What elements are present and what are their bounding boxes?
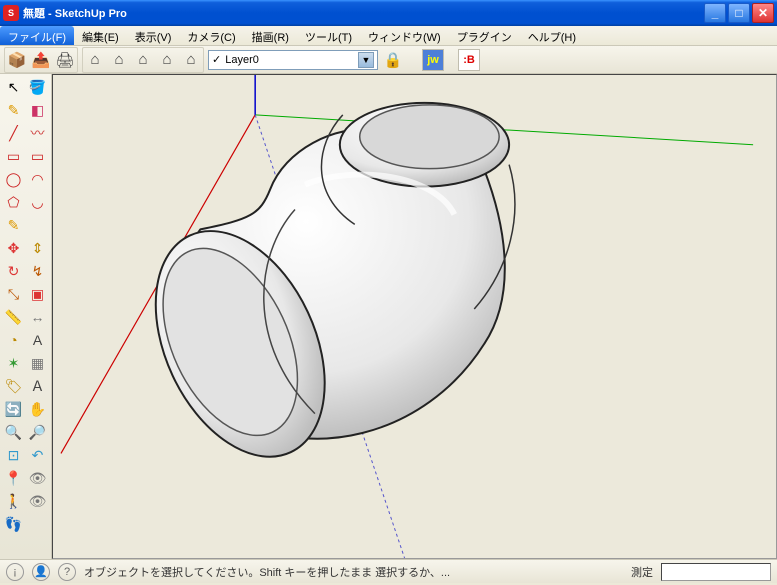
zoom-tool-icon[interactable]: 🔍 <box>3 421 25 443</box>
ib-button[interactable]: :B <box>458 49 480 71</box>
menu-tools[interactable]: ツール(T) <box>297 26 360 45</box>
dropdown-arrow-icon[interactable]: ▼ <box>358 52 374 68</box>
arc-tool-icon[interactable]: ◠ <box>27 168 49 190</box>
footprint-tool-icon[interactable]: 👣 <box>3 513 25 535</box>
layer-check-icon: ✓ <box>212 53 221 66</box>
menu-plugins[interactable]: プラグイン <box>449 26 520 45</box>
model-group: 📦 📤 🖨 <box>4 47 78 73</box>
position-camera-tool-icon[interactable]: 📍 <box>3 467 25 489</box>
status-hint: オブジェクトを選択してください。Shift キーを押したまま 選択するか、... <box>84 564 623 580</box>
layer-selected: Layer0 <box>225 54 354 66</box>
open-model-icon[interactable]: 📦 <box>6 49 28 71</box>
3d-viewport[interactable] <box>52 74 777 559</box>
main-area: ↖🪣 ✎◧ ╱〰 ▭▭ ◯◠ ⬠◡ ✎ ✥⇕ ↻↯ ⤡▣ 📏↔ ◔A ✶▦ 🏷Ａ… <box>0 74 777 559</box>
select-tool-icon[interactable]: ↖ <box>3 76 25 98</box>
measure-label: 測定 <box>631 564 653 580</box>
menu-camera[interactable]: カメラ(C) <box>179 26 243 45</box>
tool-tray: ↖🪣 ✎◧ ╱〰 ▭▭ ◯◠ ⬠◡ ✎ ✥⇕ ↻↯ ⤡▣ 📏↔ ◔A ✶▦ 🏷Ａ… <box>0 74 52 559</box>
jw-button[interactable]: jw <box>422 49 444 71</box>
circle-tool-icon[interactable]: ◯ <box>3 168 25 190</box>
menu-window[interactable]: ウィンドウ(W) <box>360 26 449 45</box>
send-model-icon[interactable]: 📤 <box>30 49 52 71</box>
section-tool-icon[interactable]: ▦ <box>27 352 49 374</box>
measurement-input[interactable] <box>661 563 771 581</box>
menu-file[interactable]: ファイル(F) <box>0 26 74 45</box>
previous-view-tool-icon[interactable]: ↶ <box>27 444 49 466</box>
dimension-tool-icon[interactable]: ↔ <box>27 306 49 328</box>
label-tool-icon[interactable]: 🏷 <box>3 375 25 397</box>
line-tool-icon[interactable]: ╱ <box>3 122 25 144</box>
eye-tool-icon[interactable]: 👁 <box>27 490 49 512</box>
styles-group: ⌂ ⌂ ⌂ ⌂ ⌂ <box>82 47 204 73</box>
style5-icon[interactable]: ⌂ <box>180 49 202 71</box>
minimize-button[interactable]: _ <box>704 3 726 23</box>
rotate-tool-icon[interactable]: ↻ <box>3 260 25 282</box>
freehand-tool-icon[interactable]: 〰 <box>27 122 49 144</box>
rectangle-tool-icon[interactable]: ▭ <box>3 145 25 167</box>
axes-tool-icon[interactable]: ✶ <box>3 352 25 374</box>
zoom-window-tool-icon[interactable]: 🔎 <box>27 421 49 443</box>
look-around-tool-icon[interactable]: 👁 <box>27 467 49 489</box>
print-model-icon[interactable]: 🖨 <box>54 49 76 71</box>
walk-tool-icon[interactable]: 🚶 <box>3 490 25 512</box>
style4-icon[interactable]: ⌂ <box>156 49 178 71</box>
window-title: 無題 - SketchUp Pro <box>23 5 702 21</box>
zoom-extents-tool-icon[interactable]: ⊡ <box>3 444 25 466</box>
pan-tool-icon[interactable]: ✋ <box>27 398 49 420</box>
status-info-icon[interactable]: ¡ <box>6 563 24 581</box>
tape-tool-icon[interactable]: 📏 <box>3 306 25 328</box>
app-icon: S <box>3 5 19 21</box>
title-bar: S 無題 - SketchUp Pro _ □ ✕ <box>0 0 777 26</box>
pencil2-tool-icon[interactable]: ✎ <box>3 214 25 236</box>
pipe-model <box>122 103 515 484</box>
menu-edit[interactable]: 編集(E) <box>74 26 127 45</box>
pencil-tool-icon[interactable]: ✎ <box>3 99 25 121</box>
eraser-tool-icon[interactable]: ◧ <box>27 99 49 121</box>
menu-draw[interactable]: 描画(R) <box>244 26 297 45</box>
empty-slot <box>27 214 49 236</box>
status-bar: ¡ 👤 ? オブジェクトを選択してください。Shift キーを押したまま 選択す… <box>0 559 777 583</box>
status-help-icon[interactable]: ? <box>58 563 76 581</box>
menu-bar: ファイル(F) 編集(E) 表示(V) カメラ(C) 描画(R) ツール(T) … <box>0 26 777 46</box>
offset-tool-icon[interactable]: ▣ <box>27 283 49 305</box>
main-toolbar: 📦 📤 🖨 ⌂ ⌂ ⌂ ⌂ ⌂ ✓ Layer0 ▼ 🔒 jw :B <box>0 46 777 74</box>
layer-dropdown[interactable]: ✓ Layer0 ▼ <box>208 50 378 70</box>
protractor-tool-icon[interactable]: ◔ <box>3 329 25 351</box>
status-user-icon[interactable]: 👤 <box>32 563 50 581</box>
menu-help[interactable]: ヘルプ(H) <box>520 26 584 45</box>
pushpull-tool-icon[interactable]: ⇕ <box>27 237 49 259</box>
rotated-rect-tool-icon[interactable]: ▭ <box>27 145 49 167</box>
menu-view[interactable]: 表示(V) <box>127 26 180 45</box>
empty-slot2 <box>27 513 49 535</box>
followme-tool-icon[interactable]: ↯ <box>27 260 49 282</box>
style1-icon[interactable]: ⌂ <box>84 49 106 71</box>
scene-svg <box>53 75 776 558</box>
layer-lock-icon[interactable]: 🔒 <box>382 49 404 71</box>
move-tool-icon[interactable]: ✥ <box>3 237 25 259</box>
pie-arc-tool-icon[interactable]: ◡ <box>27 191 49 213</box>
maximize-button[interactable]: □ <box>728 3 750 23</box>
polygon-tool-icon[interactable]: ⬠ <box>3 191 25 213</box>
style2-icon[interactable]: ⌂ <box>108 49 130 71</box>
3dtext-tool-icon[interactable]: Ａ <box>27 375 49 397</box>
close-button[interactable]: ✕ <box>752 3 774 23</box>
paint-tool-icon[interactable]: 🪣 <box>27 76 49 98</box>
orbit-tool-icon[interactable]: 🔄 <box>3 398 25 420</box>
style3-icon[interactable]: ⌂ <box>132 49 154 71</box>
text-tool-icon[interactable]: A <box>27 329 49 351</box>
scale-tool-icon[interactable]: ⤡ <box>3 283 25 305</box>
